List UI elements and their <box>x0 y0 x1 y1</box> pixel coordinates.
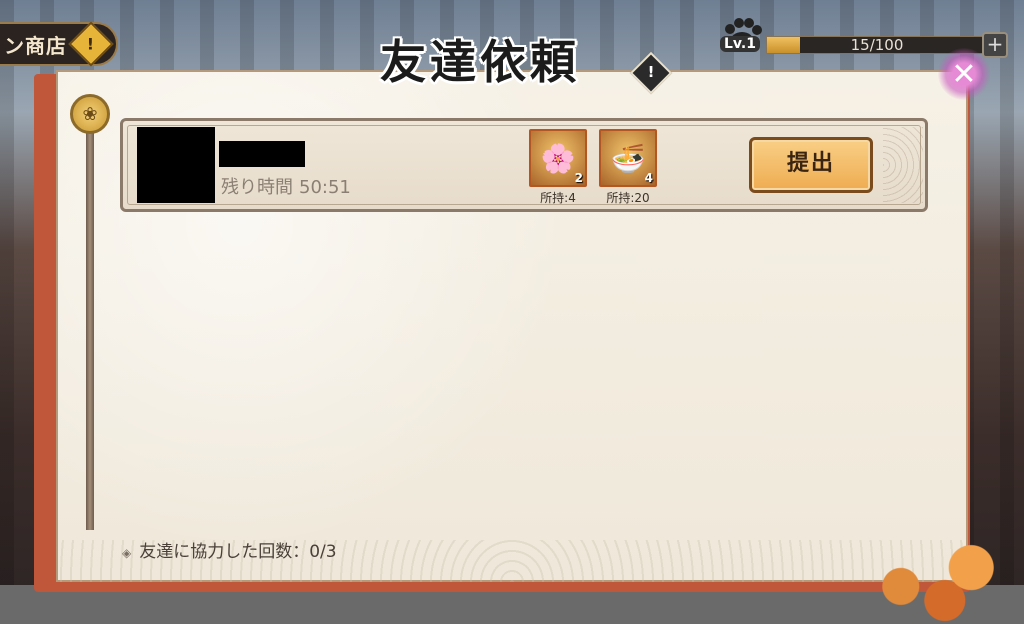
level-plus-button[interactable]: + <box>982 32 1008 58</box>
request-card: 残り時間 50:51 🌸 2 所持:4 🍜 4 所持:20 提出 <box>120 118 928 212</box>
item-owned-count: 所持:20 <box>606 191 650 205</box>
shop-tab[interactable]: ン商店 ! <box>0 21 118 67</box>
friend-name-redacted <box>219 141 305 167</box>
shop-tab-label: ン商店 <box>4 33 67 58</box>
diamond-bullet-icon: ◈ <box>122 546 132 560</box>
scroll-rod <box>86 132 94 530</box>
dialog-title: 友達依頼 <box>380 35 580 89</box>
swirl-decoration <box>883 127 923 203</box>
close-button[interactable]: ✕ <box>938 48 990 100</box>
shop-alert-icon: ! <box>68 21 114 67</box>
shop-alert-text: ! <box>87 34 95 54</box>
friend-avatar-redacted[interactable] <box>137 127 215 203</box>
level-label: Lv.1 <box>720 36 760 52</box>
autumn-tree-decoration <box>848 530 1024 624</box>
submit-button[interactable]: 提出 <box>749 137 873 193</box>
item-required-quantity: 2 <box>574 171 583 185</box>
remaining-time-value: 50:51 <box>299 177 351 198</box>
cooperation-count-text: 友達に協力した回数：0/3 <box>139 542 337 562</box>
help-icon: ! <box>647 63 655 81</box>
request-item-slot[interactable]: 🍜 4 <box>599 129 657 187</box>
item-required-quantity: 4 <box>644 171 653 185</box>
item-owned-count: 所持:4 <box>540 191 576 205</box>
remaining-time-label: 残り時間 <box>221 177 293 198</box>
cooperation-count: ◈ 友達に協力した回数：0/3 <box>122 537 337 562</box>
request-item-slot[interactable]: 🌸 2 <box>529 129 587 187</box>
remaining-time: 残り時間 50:51 <box>221 173 351 199</box>
family-crest-icon: ❀ <box>70 94 110 134</box>
crossed-swords-icon: ✕ <box>951 56 977 92</box>
